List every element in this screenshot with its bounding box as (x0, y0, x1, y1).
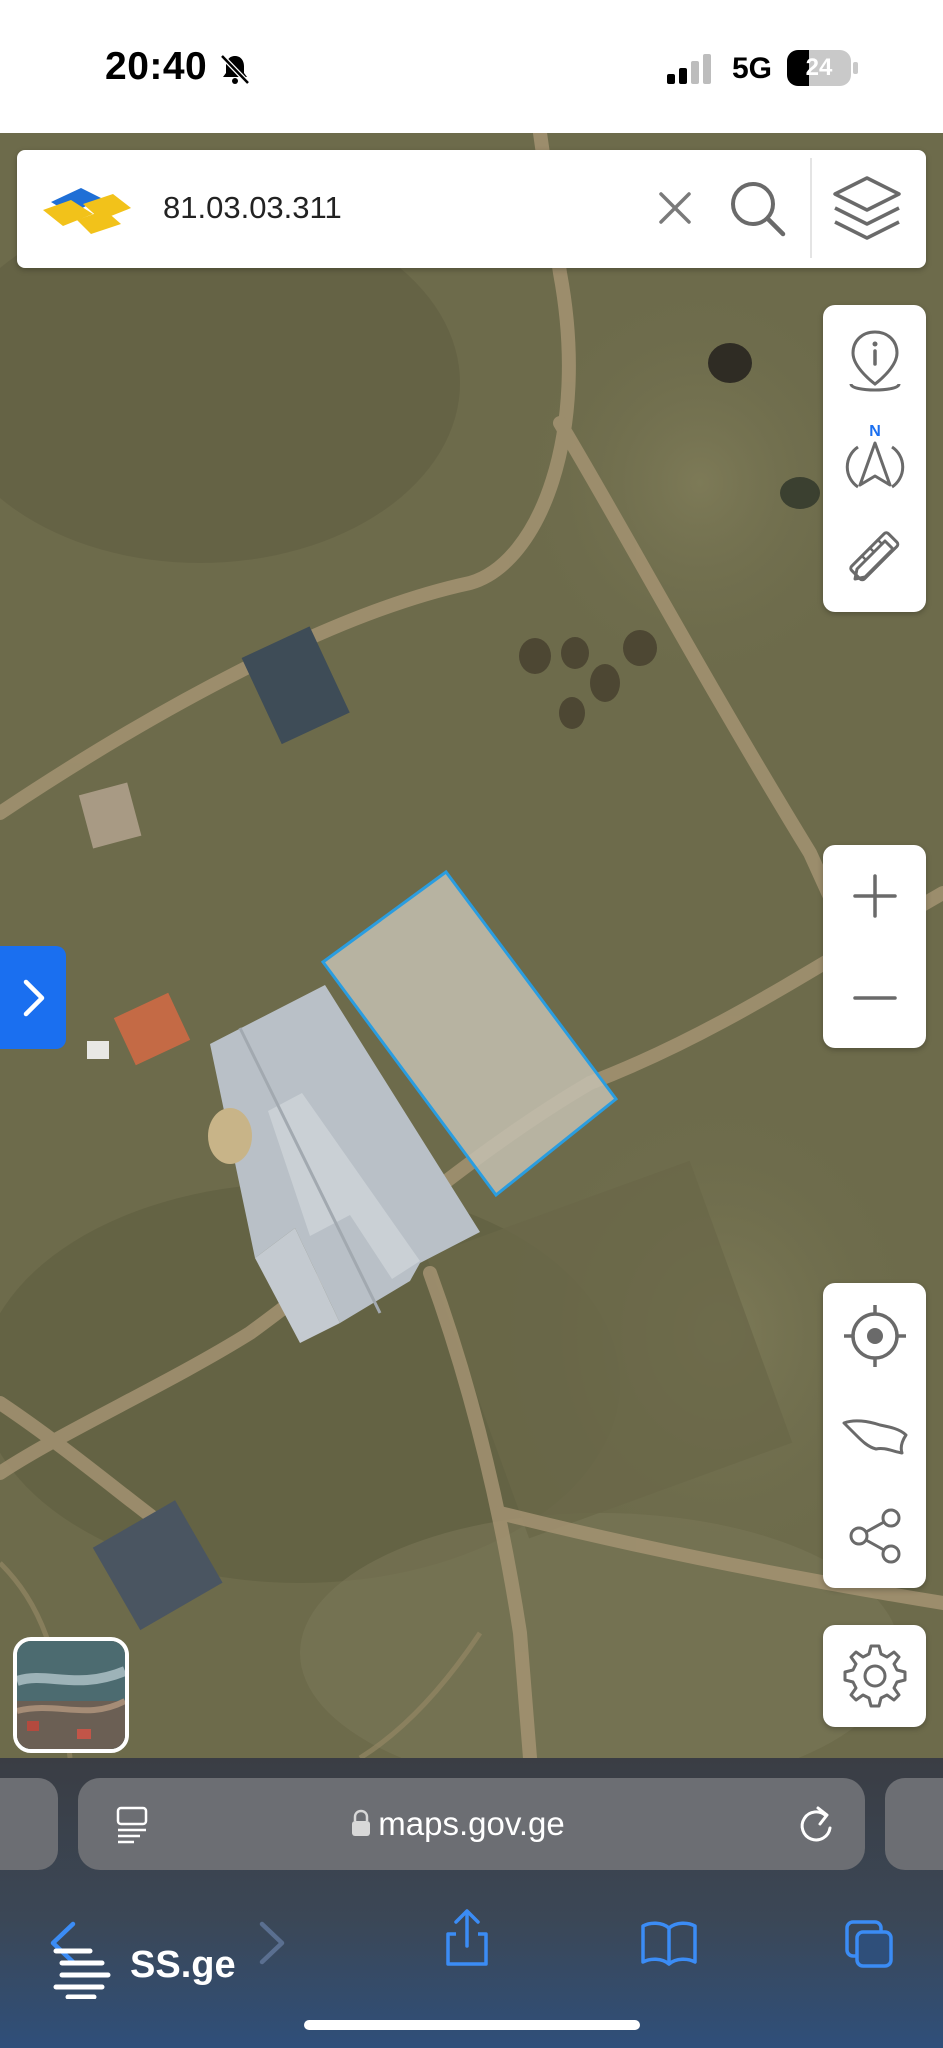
info-icon (849, 330, 900, 392)
app-logo (43, 188, 131, 234)
country-outline-icon (842, 1419, 907, 1455)
tabs-icon[interactable] (843, 1918, 895, 1970)
share-map-button[interactable] (823, 1487, 926, 1585)
side-panel-toggle[interactable] (0, 946, 66, 1049)
basemap-thumbnail (17, 1641, 125, 1749)
zoom-in-button[interactable] (823, 845, 926, 946)
country-extent-button[interactable] (823, 1387, 926, 1485)
search-icon[interactable] (725, 176, 791, 242)
home-indicator (304, 2020, 640, 2030)
zoom-out-button[interactable] (823, 947, 926, 1048)
signal-icon (667, 54, 711, 84)
network-type: 5G (732, 52, 773, 85)
zoom-in-icon (852, 873, 897, 918)
previous-tab-preview[interactable] (0, 1778, 58, 1870)
chevron-right-icon (23, 979, 45, 1016)
forward-icon[interactable] (254, 1918, 290, 1968)
search-bar: 81.03.03.311 (17, 150, 926, 268)
next-tab-preview[interactable] (885, 1778, 943, 1870)
reload-icon[interactable] (796, 1802, 836, 1846)
layers-icon[interactable] (827, 172, 907, 246)
battery-level: 24 (805, 54, 833, 81)
basemap-switcher[interactable] (13, 1637, 129, 1753)
url-text: maps.gov.ge (378, 1805, 565, 1842)
locate-icon (843, 1305, 906, 1367)
locate-button[interactable] (823, 1287, 926, 1385)
clear-icon[interactable] (647, 180, 703, 236)
bell-muted-icon (220, 54, 250, 85)
search-input[interactable]: 81.03.03.311 (163, 190, 342, 226)
map-actions-panel (823, 1283, 926, 1588)
zoom-out-icon (852, 995, 897, 1000)
address-bar[interactable]: maps.gov.ge (78, 1778, 865, 1870)
search-divider (810, 158, 812, 258)
measure-tool-icon (848, 531, 899, 582)
settings-button-inner (823, 1625, 926, 1727)
share-icon (849, 1508, 900, 1564)
status-time: 20:40 (105, 45, 208, 88)
lock-icon (352, 1809, 370, 1836)
measure-button[interactable] (823, 509, 926, 605)
compass-label: N (869, 423, 881, 440)
watermark-logo (53, 1948, 111, 1999)
gear-icon (843, 1644, 906, 1708)
watermark-text: SS.ge (130, 1944, 236, 1986)
compass-button[interactable]: N (823, 411, 926, 507)
share-icon[interactable] (442, 1908, 492, 1968)
browser-chrome: maps.gov.ge SS.ge (0, 1758, 943, 2048)
compass-north-icon: N (845, 423, 904, 489)
status-bar: 20:40 5G 24 (0, 0, 943, 133)
bookmarks-icon[interactable] (640, 1918, 698, 1968)
info-button[interactable] (823, 313, 926, 409)
satellite-map[interactable] (0, 133, 943, 1758)
map-tools-panel: N (823, 305, 926, 612)
settings-button[interactable] (823, 1625, 926, 1727)
zoom-panel (823, 845, 926, 1048)
